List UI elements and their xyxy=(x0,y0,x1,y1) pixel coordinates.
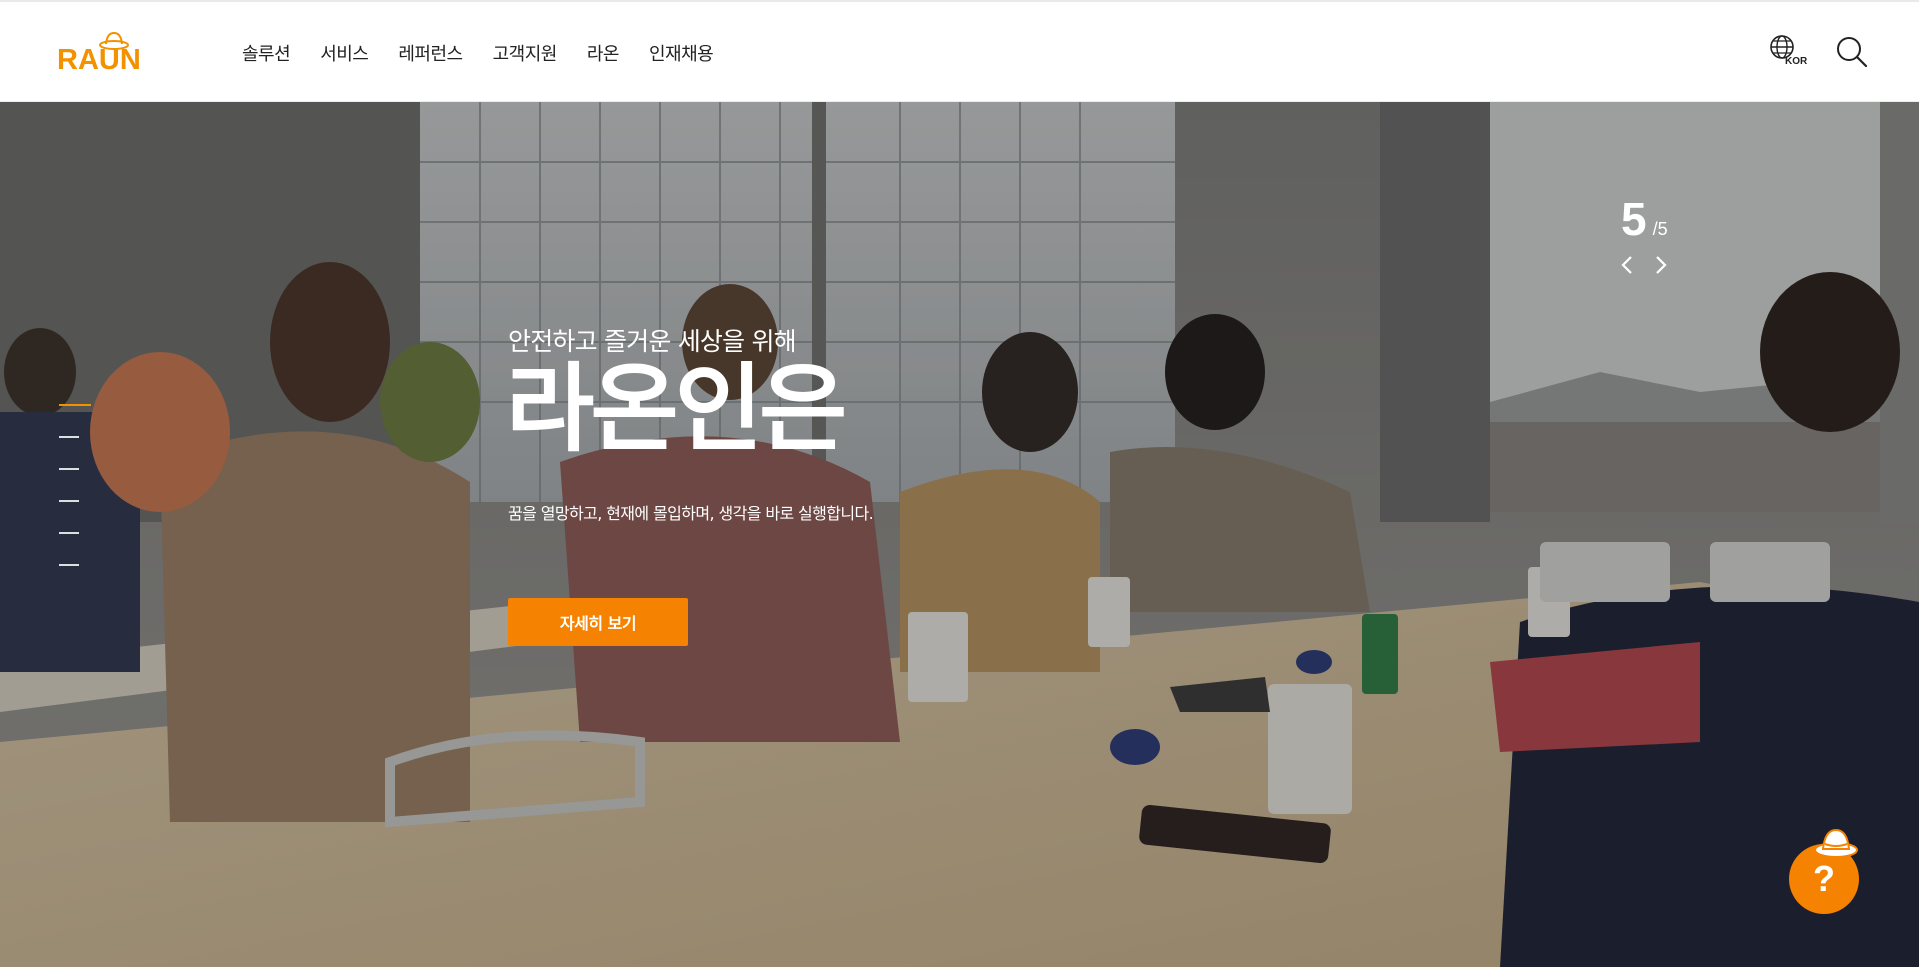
next-slide-button[interactable] xyxy=(1651,252,1671,278)
chevron-right-icon xyxy=(1656,256,1667,274)
slider-arrows xyxy=(1617,252,1671,278)
nav-item-recruit[interactable]: 인재채용 xyxy=(649,40,714,66)
language-label: KOR xyxy=(1785,56,1808,67)
slide-indicator[interactable] xyxy=(59,532,79,534)
chevron-left-icon xyxy=(1621,256,1632,274)
nav-item-service[interactable]: 서비스 xyxy=(320,40,369,66)
search-icon xyxy=(1837,37,1868,68)
slide-indicator[interactable] xyxy=(59,500,79,502)
nav-item-reference[interactable]: 레퍼런스 xyxy=(398,40,463,66)
hero-description: 꿈을 열망하고, 현재에 몰입하며, 생각을 바로 실행합니다. xyxy=(508,504,874,523)
raon-logo[interactable]: RAUN xyxy=(57,30,151,76)
hero-slider: 안전하고 즐거운 세상을 위해 라온인은 꿈을 열망하고, 현재에 몰입하며, … xyxy=(0,102,1919,967)
slide-indicator[interactable] xyxy=(59,404,91,406)
slide-total: 5 xyxy=(1657,219,1668,239)
slide-indicators xyxy=(59,404,91,566)
hat-icon xyxy=(1814,828,1858,858)
slide-counter: 5/5 xyxy=(1621,192,1668,246)
details-button[interactable]: 자세히 보기 xyxy=(508,598,688,646)
slide-indicator[interactable] xyxy=(59,468,79,470)
nav-item-raon[interactable]: 라온 xyxy=(587,40,620,66)
slide-indicator[interactable] xyxy=(59,564,79,566)
header-tools: KOR xyxy=(1769,34,1869,70)
main-nav: 솔루션 서비스 레퍼런스 고객지원 라온 인재채용 xyxy=(242,40,743,66)
prev-slide-button[interactable] xyxy=(1617,252,1637,278)
logo-text: RAUN xyxy=(57,44,141,76)
nav-item-support[interactable]: 고객지원 xyxy=(493,40,558,66)
search-button[interactable] xyxy=(1835,35,1869,69)
hero-title: 라온인은 xyxy=(506,353,847,465)
language-button[interactable]: KOR xyxy=(1769,34,1809,70)
slide-indicator[interactable] xyxy=(59,436,79,438)
nav-item-solution[interactable]: 솔루션 xyxy=(242,40,291,66)
help-button[interactable]: ? xyxy=(1787,824,1861,914)
site-header: RAUN 솔루션 서비스 레퍼런스 고객지원 라온 인재채용 KOR xyxy=(0,0,1919,102)
slide-current: 5 xyxy=(1621,193,1647,245)
